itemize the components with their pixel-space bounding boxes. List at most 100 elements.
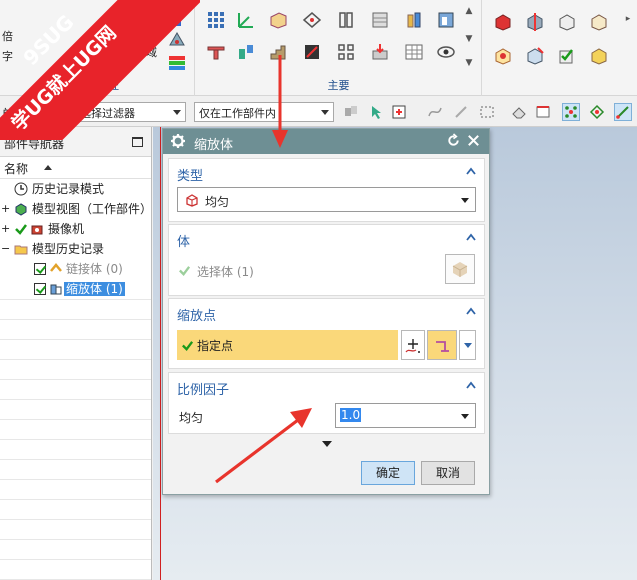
tree-item-camera[interactable]: + 摄像机 <box>0 219 151 239</box>
visibility-checkbox[interactable] <box>34 263 46 275</box>
pipe-icon[interactable] <box>204 40 228 64</box>
close-icon[interactable] <box>466 133 481 148</box>
midpoint-icon[interactable] <box>588 103 606 121</box>
sheet-select-icon[interactable] <box>534 103 552 121</box>
import-icon[interactable] <box>368 40 392 64</box>
clock-icon <box>13 181 29 197</box>
table-icon[interactable] <box>402 40 426 64</box>
eraser-icon[interactable] <box>510 103 528 121</box>
maximize-icon[interactable] <box>132 137 143 147</box>
gear-icon[interactable] <box>170 133 186 149</box>
expand-plus-icon[interactable]: + <box>1 219 10 239</box>
check-mark-icon <box>13 221 29 237</box>
chevron-down-icon <box>461 198 469 203</box>
section-icon[interactable] <box>300 40 324 64</box>
gauge-icon[interactable] <box>165 28 189 52</box>
collapse-minus-icon[interactable]: − <box>1 239 10 259</box>
extrude-icon[interactable] <box>334 8 358 32</box>
cylinder-icon[interactable] <box>402 8 426 32</box>
uniform-factor-value: 1.0 <box>340 408 362 422</box>
scale-body-icon <box>48 281 64 297</box>
yellow-box-icon[interactable] <box>587 44 611 68</box>
specify-point-row[interactable]: 指定点 <box>177 330 398 360</box>
collapse-caret-icon[interactable] <box>466 307 476 315</box>
box-red-icon[interactable] <box>491 10 515 34</box>
box-icon[interactable] <box>555 10 579 34</box>
chevron-down-icon <box>461 414 469 419</box>
check-geometry-icon[interactable] <box>165 6 189 30</box>
inferred-point-button[interactable] <box>427 330 457 360</box>
part-navigator: 部件导航器 名称 历史记录模式 + 模型视图（工作部件） + 摄像机 − 模型历… <box>0 127 152 580</box>
menu-stub[interactable]: 单 <box>2 105 13 121</box>
tree-item-linked-body[interactable]: 链接体 (0) <box>0 259 151 279</box>
section-heading-scale-point[interactable]: 缩放点 <box>177 305 216 324</box>
section-heading-scale-factor[interactable]: 比例因子 <box>177 379 229 398</box>
point-constructor-icon <box>405 339 420 353</box>
collapse-caret-icon[interactable] <box>466 381 476 389</box>
datum-plane-icon[interactable] <box>300 8 324 32</box>
block-icon[interactable] <box>266 8 290 32</box>
ribbon-group-right: ▸ <box>483 0 637 96</box>
group-title-part-validate: 部件验证 <box>75 79 119 92</box>
more-options-toggle[interactable] <box>168 436 485 452</box>
ribbon-right-more-icon[interactable]: ▸ <box>623 14 633 24</box>
box-outline-icon[interactable] <box>587 10 611 34</box>
pattern-icon[interactable] <box>334 40 358 64</box>
expand-plus-icon[interactable]: + <box>1 199 10 219</box>
check-body-icon[interactable] <box>555 44 579 68</box>
column-header-name[interactable]: 名称 <box>0 157 151 179</box>
assembly-filter-icon[interactable] <box>342 103 360 121</box>
scope-value: 仅在工作部件内 <box>199 107 276 120</box>
type-value: 均匀 <box>205 195 230 209</box>
rectangle-select-icon[interactable] <box>478 103 496 121</box>
visibility-checkbox[interactable] <box>34 283 46 295</box>
ribbon-more-icon[interactable]: ▼ <box>464 58 474 68</box>
group-title-main: 主要 <box>327 79 350 92</box>
cancel-button[interactable]: 取消 <box>421 461 475 485</box>
pointer-filter-icon[interactable] <box>368 103 386 121</box>
inferred-point-icon <box>436 341 449 352</box>
shell-icon[interactable] <box>491 44 515 68</box>
layers-icon[interactable] <box>165 50 189 74</box>
split-icon[interactable] <box>523 10 547 34</box>
curve-rule-icon[interactable] <box>426 103 444 121</box>
snap-point-icon[interactable] <box>390 103 408 121</box>
uniform-label: 均匀 <box>179 411 204 425</box>
section-heading-type[interactable]: 类型 <box>177 165 203 184</box>
grid-icon[interactable] <box>204 8 228 32</box>
type-filter-select[interactable]: 没有选择过滤器 <box>53 102 186 122</box>
select-body-label[interactable]: 选择体 (1) <box>197 263 254 280</box>
surface-icon[interactable] <box>434 8 458 32</box>
point-type-dropdown[interactable] <box>459 330 476 360</box>
dialog-title: 缩放体 <box>194 138 234 153</box>
sheet-icon[interactable] <box>368 8 392 32</box>
uniform-factor-input[interactable]: 1.0 <box>335 403 476 428</box>
tree-item-model-history[interactable]: − 模型历史记录 <box>0 239 151 259</box>
tree-item-scale-body[interactable]: 缩放体 (1) <box>0 279 151 299</box>
section-heading-body[interactable]: 体 <box>177 231 190 250</box>
reset-icon[interactable] <box>446 133 461 148</box>
collapse-caret-icon[interactable] <box>466 233 476 241</box>
dialog-title-bar[interactable]: 缩放体 <box>163 129 489 154</box>
stair-icon[interactable] <box>266 40 290 64</box>
csys-icon[interactable] <box>234 8 258 32</box>
type-dropdown[interactable]: 均匀 <box>177 187 476 212</box>
point-dialog-button[interactable] <box>401 330 425 360</box>
offset-icon[interactable] <box>523 44 547 68</box>
line-snap-icon[interactable] <box>614 103 632 121</box>
scope-select[interactable]: 仅在工作部件内 <box>194 102 334 122</box>
view-icon[interactable] <box>434 40 458 64</box>
ok-button[interactable]: 确定 <box>361 461 415 485</box>
assembly-icon[interactable] <box>234 40 258 64</box>
ribbon-scroll-up-icon[interactable]: ▲ <box>464 6 474 16</box>
ribbon-scroll-down-icon[interactable]: ▼ <box>464 34 474 44</box>
solid-body-icon <box>452 262 468 277</box>
ribbon-group-main: ▲ ▼ ▼ 主要 <box>196 0 482 96</box>
select-body-button[interactable] <box>445 254 475 284</box>
tree-item-model-views[interactable]: + 模型视图（工作部件） <box>0 199 152 219</box>
collapse-caret-icon[interactable] <box>466 167 476 175</box>
point-snap-active-icon[interactable] <box>562 103 580 121</box>
tree-item-history-mode[interactable]: 历史记录模式 <box>0 179 151 199</box>
face-rule-icon[interactable] <box>452 103 470 121</box>
check-region-label[interactable]: 检查区域 <box>113 44 157 60</box>
